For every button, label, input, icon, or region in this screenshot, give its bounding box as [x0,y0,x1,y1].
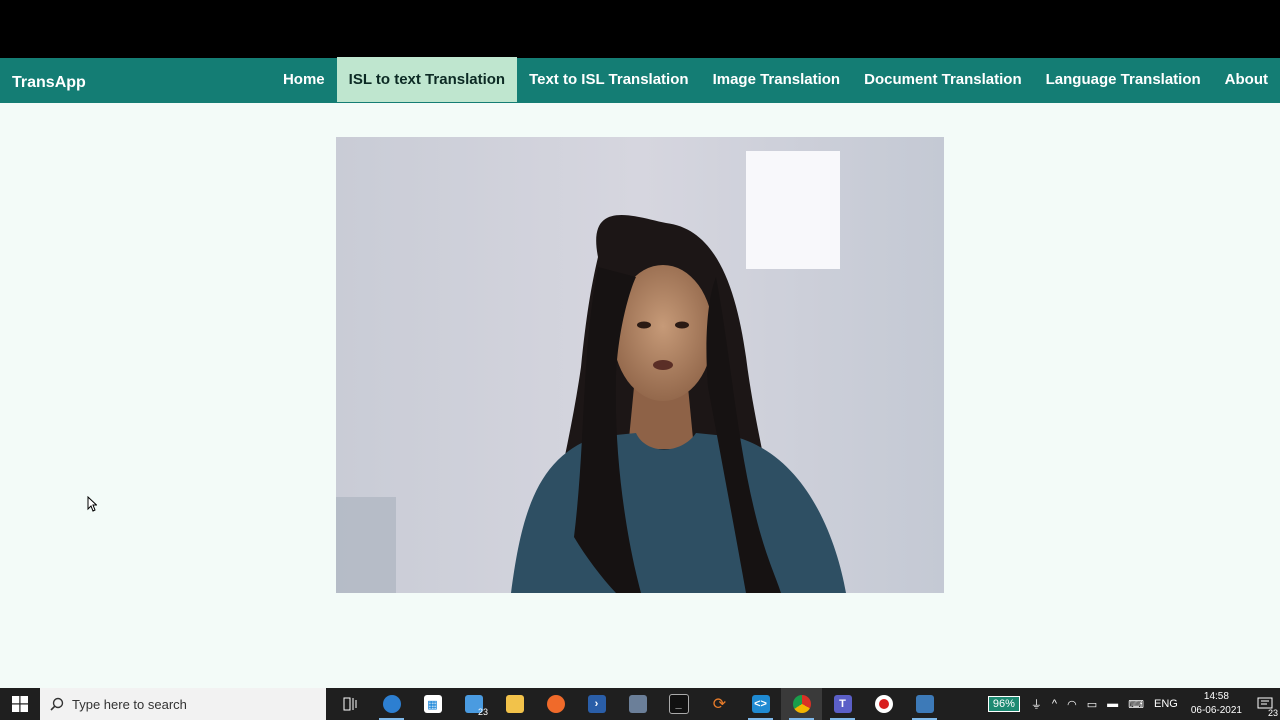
nav-about[interactable]: About [1213,57,1280,102]
photos-icon[interactable] [904,688,945,720]
keyboard-icon[interactable]: ⌨ [1128,698,1144,711]
chrome-icon[interactable] [781,688,822,720]
vscode-icon[interactable]: <> [740,688,781,720]
nav-image-translation[interactable]: Image Translation [701,57,853,102]
powershell-icon[interactable]: › [576,688,617,720]
clock[interactable]: 14:58 06-06-2021 [1191,690,1242,718]
mail-badge: 23 [477,707,488,717]
store-icon[interactable]: ▦ [412,688,453,720]
start-button[interactable] [0,688,40,720]
notification-badge: 23 [1267,708,1278,718]
nav-isl-to-text[interactable]: ISL to text Translation [336,57,518,102]
clock-date: 06-06-2021 [1190,705,1242,716]
record-icon[interactable] [863,688,904,720]
brand-logo[interactable]: TransApp [12,74,86,92]
taskbar-search-box[interactable]: Type here to search [40,688,326,720]
edge-icon[interactable] [371,688,412,720]
search-icon [50,697,64,711]
refresh-app-icon[interactable]: ⟳ [699,688,740,720]
system-tray: 96% ⏚ ^ ◠ ▭ ▬ ⌨ ENG 14:58 06-06-2021 23 [987,688,1280,720]
windows-logo-icon [12,696,28,712]
clock-time: 14:58 [1203,691,1229,702]
display-icon[interactable]: ▭ [1087,698,1097,711]
mouse-cursor-icon [87,495,98,517]
main-content [0,103,1280,688]
webcam-video-feed [336,137,944,593]
chevron-up-icon[interactable]: ^ [1052,698,1057,710]
teams-icon[interactable]: T [822,688,863,720]
battery-icon[interactable]: ▬ [1107,698,1118,710]
window-top-bar [0,0,1280,58]
webcam-person-image [336,137,944,593]
file-explorer-icon[interactable] [494,688,535,720]
wifi-icon[interactable]: ◠ [1067,698,1077,711]
nav-language-translation[interactable]: Language Translation [1034,57,1213,102]
firefox-icon[interactable] [535,688,576,720]
notification-center-icon[interactable]: 23 [1250,688,1280,720]
terminal-icon[interactable]: _ [658,688,699,720]
navbar: TransApp Home ISL to text Translation Te… [0,57,1280,103]
search-placeholder: Type here to search [72,696,187,712]
nav-home[interactable]: Home [271,57,337,102]
app-window-icon[interactable] [617,688,658,720]
windows-taskbar: Type here to search ▦ 23 › _ ⟳ <> T 96% … [0,688,1280,720]
taskbar-apps: ▦ 23 › _ ⟳ <> T [330,688,945,720]
language-indicator[interactable]: ENG [1154,698,1178,710]
nav-text-to-isl[interactable]: Text to ISL Translation [517,57,700,102]
mail-icon[interactable]: 23 [453,688,494,720]
task-view-icon[interactable] [330,688,371,720]
battery-percentage[interactable]: 96% [987,696,1020,712]
nav-document-translation[interactable]: Document Translation [852,57,1034,102]
power-plug-icon[interactable]: ⏚ [1031,696,1042,712]
nav-links: Home ISL to text Translation Text to ISL… [271,57,1280,103]
